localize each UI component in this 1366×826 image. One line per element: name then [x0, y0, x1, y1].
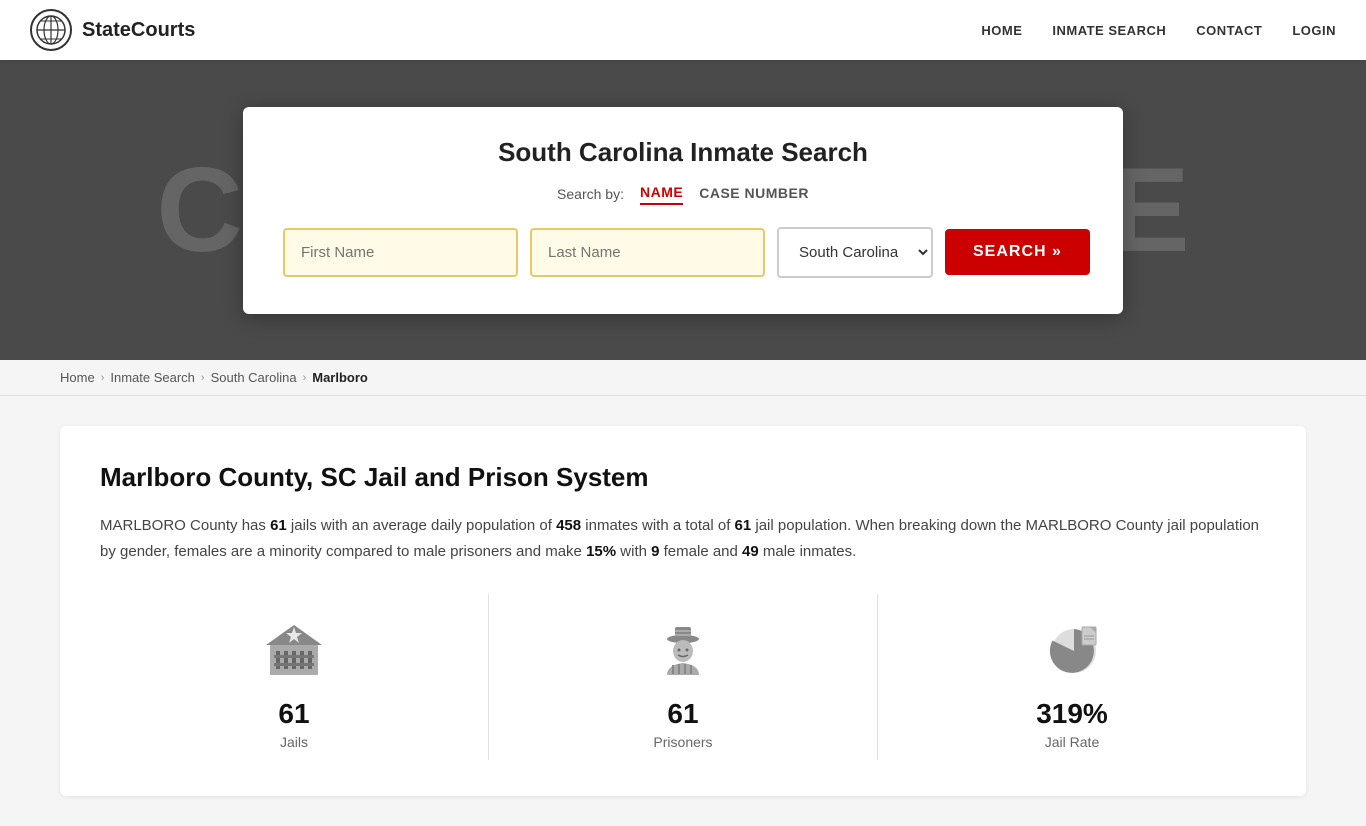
content-title: Marlboro County, SC Jail and Prison Syst…: [100, 462, 1266, 493]
site-header: StateCourts HOME INMATE SEARCH CONTACT L…: [0, 0, 1366, 60]
desc-female-pct: 15%: [586, 543, 616, 560]
first-name-input[interactable]: [283, 228, 518, 277]
desc-jails-count: 61: [270, 517, 287, 534]
breadcrumb-sep-1: ›: [101, 372, 105, 384]
stat-prisoners-number: 61: [667, 698, 698, 730]
search-by-label: Search by:: [557, 186, 624, 202]
content-description: MARLBORO County has 61 jails with an ave…: [100, 513, 1266, 564]
breadcrumb-home[interactable]: Home: [60, 370, 95, 385]
prisoners-icon: [648, 614, 718, 684]
desc-male-count: 49: [742, 543, 759, 560]
main-nav: HOME INMATE SEARCH CONTACT LOGIN: [981, 23, 1336, 38]
nav-login[interactable]: LOGIN: [1292, 23, 1336, 38]
stat-jails-label: Jails: [280, 734, 308, 750]
stat-jails: 61 Jails: [100, 594, 489, 760]
search-card-title: South Carolina Inmate Search: [283, 137, 1083, 168]
desc-mid5: female and: [659, 543, 742, 560]
nav-inmate-search[interactable]: INMATE SEARCH: [1052, 23, 1166, 38]
breadcrumb-south-carolina[interactable]: South Carolina: [211, 370, 297, 385]
desc-pop-count: 458: [556, 517, 581, 534]
tab-name[interactable]: NAME: [640, 184, 683, 205]
search-inputs-row: South Carolina Alabama Alaska Arizona Ca…: [283, 227, 1083, 278]
jail-rate-icon: [1037, 614, 1107, 684]
desc-mid4: with: [616, 543, 651, 560]
breadcrumb-current: Marlboro: [312, 370, 368, 385]
stats-row: 61 Jails: [100, 594, 1266, 760]
desc-mid1: jails with an average daily population o…: [287, 517, 556, 534]
logo-text: StateCourts: [82, 19, 195, 42]
stat-jails-number: 61: [278, 698, 309, 730]
desc-prefix: MARLBORO County has: [100, 517, 270, 534]
stat-jail-rate-number: 319%: [1036, 698, 1108, 730]
nav-contact[interactable]: CONTACT: [1196, 23, 1262, 38]
desc-total-jails: 61: [735, 517, 752, 534]
nav-home[interactable]: HOME: [981, 23, 1022, 38]
stat-prisoners: 61 Prisoners: [489, 594, 878, 760]
logo-icon: [30, 9, 72, 51]
desc-suffix: male inmates.: [759, 543, 857, 560]
content-card: Marlboro County, SC Jail and Prison Syst…: [60, 426, 1306, 796]
search-button[interactable]: SEARCH »: [945, 229, 1090, 275]
breadcrumb-inmate-search[interactable]: Inmate Search: [110, 370, 195, 385]
breadcrumb-sep-2: ›: [201, 372, 205, 384]
breadcrumb: Home › Inmate Search › South Carolina › …: [0, 360, 1366, 396]
tab-case-number[interactable]: CASE NUMBER: [699, 185, 809, 204]
stat-jail-rate-label: Jail Rate: [1045, 734, 1099, 750]
search-card: South Carolina Inmate Search Search by: …: [243, 107, 1123, 314]
stat-prisoners-label: Prisoners: [653, 734, 712, 750]
breadcrumb-sep-3: ›: [303, 372, 307, 384]
desc-mid2: inmates with a total of: [581, 517, 734, 534]
hero-section: COURTHOUSE South Carolina Inmate Search …: [0, 60, 1366, 360]
stat-jail-rate: 319% Jail Rate: [878, 594, 1266, 760]
search-by-row: Search by: NAME CASE NUMBER: [283, 184, 1083, 205]
state-select[interactable]: South Carolina Alabama Alaska Arizona Ca…: [777, 227, 933, 278]
logo-area[interactable]: StateCourts: [30, 9, 195, 51]
last-name-input[interactable]: [530, 228, 765, 277]
jails-icon: [259, 614, 329, 684]
main-content: Marlboro County, SC Jail and Prison Syst…: [0, 396, 1366, 826]
